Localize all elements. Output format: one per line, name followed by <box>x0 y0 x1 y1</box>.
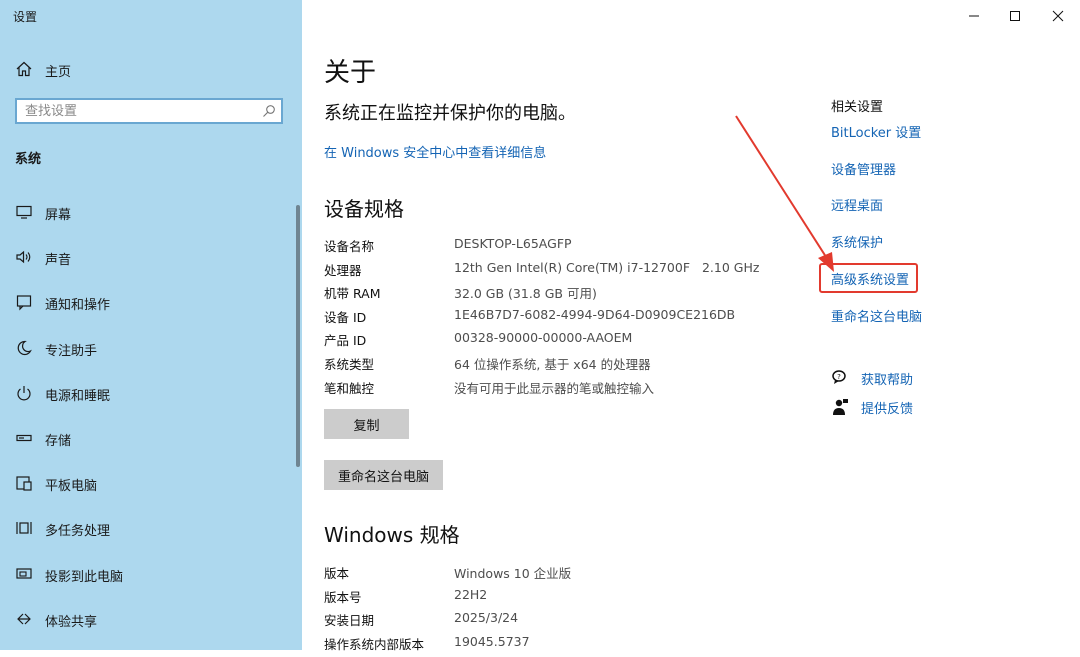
speaker-icon <box>16 250 31 264</box>
spec-value: 1E46B7D7-6082-4994-9D64-D0909CE216DB <box>454 306 736 322</box>
spec-key: 处理器 <box>324 262 362 278</box>
sidebar-item-project[interactable]: 投影到此电脑 <box>0 559 295 604</box>
rename-pc-link[interactable]: 重命名这台电脑 <box>831 306 922 325</box>
sidebar-item-storage[interactable]: 存储 <box>0 423 295 468</box>
search-input[interactable] <box>17 100 261 122</box>
spec-key: 设备 ID <box>324 309 367 325</box>
sidebar-nav: 屏幕 声音 通知和操作 专注助手 电源和睡眠 存储 平板电脑 多任务处理 投影到… <box>0 197 302 649</box>
windows-specs-list: 版本 Windows 10 企业版 版本号 22H2 安装日期 2025/3/24 操… <box>324 563 804 657</box>
multitask-icon <box>16 522 32 535</box>
spec-row: 设备 ID 1E46B7D7-6082-4994-9D64-D0909CE216D… <box>324 307 804 331</box>
spec-value: 32.0 GB (31.8 GB 可用) <box>454 286 597 302</box>
spec-value: 22H2 <box>454 586 488 602</box>
app-title: 设置 <box>13 10 38 24</box>
spec-value: 00328-90000-00000-AAOEM <box>454 330 633 346</box>
spec-row: 版本号 22H2 <box>324 587 804 611</box>
sidebar-item-label: 平板电脑 <box>45 479 98 495</box>
spec-row: 版本 Windows 10 企业版 <box>324 563 804 587</box>
sidebar-item-power[interactable]: 电源和睡眠 <box>0 378 295 423</box>
sidebar-item-display[interactable]: 屏幕 <box>0 197 295 242</box>
spec-row: 机带 RAM 32.0 GB (31.8 GB 可用) <box>324 283 804 307</box>
feedback-icon <box>833 399 848 415</box>
device-specs-heading: 设备规格 <box>324 197 404 221</box>
sidebar-item-home[interactable]: 主页 <box>0 57 302 81</box>
home-icon <box>16 61 32 77</box>
spec-row: 产品 ID 00328-90000-00000-AAOEM <box>324 330 804 354</box>
main-content: 关于 系统正在监控并保护你的电脑。 在 Windows 安全中心中查看详细信息 … <box>324 0 804 652</box>
feedback-label: 提供反馈 <box>861 402 914 417</box>
sidebar-item-sound[interactable]: 声音 <box>0 242 295 287</box>
spec-row: 安装日期 2025/3/24 <box>324 610 804 634</box>
help-chat-icon: ? <box>832 370 846 384</box>
spec-row: 系统类型 64 位操作系统, 基于 x64 的处理器 <box>324 354 804 378</box>
sidebar-item-label: 通知和操作 <box>45 298 111 314</box>
spec-value: 12th Gen Intel(R) Core(TM) i7-12700F 2.1… <box>454 259 760 275</box>
protection-status-text: 系统正在监控并保护你的电脑。 <box>324 103 576 124</box>
storage-icon <box>16 434 32 442</box>
related-settings-heading: 相关设置 <box>831 100 884 115</box>
sidebar-item-label: 多任务处理 <box>45 524 111 540</box>
spec-row: 笔和触控 没有可用于此显示器的笔或触控输入 <box>324 378 804 402</box>
monitor-icon <box>16 205 32 219</box>
page-title: 关于 <box>324 58 377 88</box>
spec-key: 版本 <box>324 566 350 581</box>
tablet-icon <box>16 476 32 491</box>
search-box[interactable] <box>15 98 283 124</box>
remote-desktop-link[interactable]: 远程桌面 <box>831 195 883 214</box>
sidebar-item-label: 体验共享 <box>45 614 98 630</box>
spec-key: 安装日期 <box>324 613 375 629</box>
spec-key: 版本号 <box>324 589 362 605</box>
spec-key: 系统类型 <box>324 356 375 372</box>
sidebar: 设置 主页 系统 屏幕 声音 <box>0 0 302 650</box>
sidebar-item-multitasking[interactable]: 多任务处理 <box>0 513 295 558</box>
bitlocker-settings-link[interactable]: BitLocker 设置 <box>831 122 921 141</box>
sidebar-scrollbar[interactable] <box>296 205 300 467</box>
svg-text:?: ? <box>837 373 841 381</box>
share-icon <box>17 613 31 625</box>
get-help-link[interactable]: ? 获取帮助 <box>831 368 1031 388</box>
sidebar-section-label: 系统 <box>15 152 42 167</box>
sidebar-item-tablet[interactable]: 平板电脑 <box>0 468 295 513</box>
annotation-highlight-box <box>819 263 918 293</box>
get-help-label: 获取帮助 <box>861 373 914 388</box>
windows-specs-heading: Windows 规格 <box>324 523 460 547</box>
search-icon[interactable] <box>262 104 276 118</box>
spec-value: 2025/3/24 <box>454 610 519 626</box>
sidebar-item-label: 声音 <box>45 253 72 269</box>
spec-key: 产品 ID <box>324 333 367 349</box>
moon-icon <box>17 340 32 355</box>
related-settings-panel: 相关设置 BitLocker 设置 设备管理器 远程桌面 系统保护 高级系统设置… <box>831 0 1071 650</box>
spec-value: 没有可用于此显示器的笔或触控输入 <box>454 380 655 396</box>
sidebar-item-shared-experiences[interactable]: 体验共享 <box>0 604 295 649</box>
spec-value: Windows 10 企业版 <box>454 566 572 581</box>
spec-key: 笔和触控 <box>324 380 375 396</box>
sidebar-item-focus-assist[interactable]: 专注助手 <box>0 333 295 378</box>
spec-key: 机带 RAM <box>324 286 381 302</box>
system-protection-link[interactable]: 系统保护 <box>831 232 883 251</box>
spec-value: DESKTOP-L65AGFP <box>454 236 572 251</box>
power-icon <box>17 385 31 401</box>
sidebar-item-label: 存储 <box>45 433 72 449</box>
sidebar-item-label: 电源和睡眠 <box>45 388 111 404</box>
sidebar-item-notifications[interactable]: 通知和操作 <box>0 287 295 332</box>
sidebar-item-label: 投影到此电脑 <box>45 569 124 585</box>
spec-row: 操作系统内部版本 19045.5737 <box>324 634 804 657</box>
spec-key: 设备名称 <box>324 239 375 254</box>
annotation-arrow <box>735 115 834 272</box>
copy-button[interactable]: 复制 <box>324 409 409 439</box>
spec-value: 64 位操作系统, 基于 x64 的处理器 <box>454 356 651 372</box>
sidebar-item-label: 屏幕 <box>45 208 72 223</box>
sidebar-item-label: 专注助手 <box>45 343 98 359</box>
spec-value: 19045.5737 <box>454 633 530 649</box>
project-icon <box>16 567 32 579</box>
security-center-link[interactable]: 在 Windows 安全中心中查看详细信息 <box>324 142 546 161</box>
feedback-link[interactable]: 提供反馈 <box>831 397 1031 417</box>
sidebar-item-label: 主页 <box>45 65 72 80</box>
rename-pc-button[interactable]: 重命名这台电脑 <box>324 460 443 490</box>
notification-icon <box>16 295 32 311</box>
device-manager-link[interactable]: 设备管理器 <box>831 159 896 178</box>
